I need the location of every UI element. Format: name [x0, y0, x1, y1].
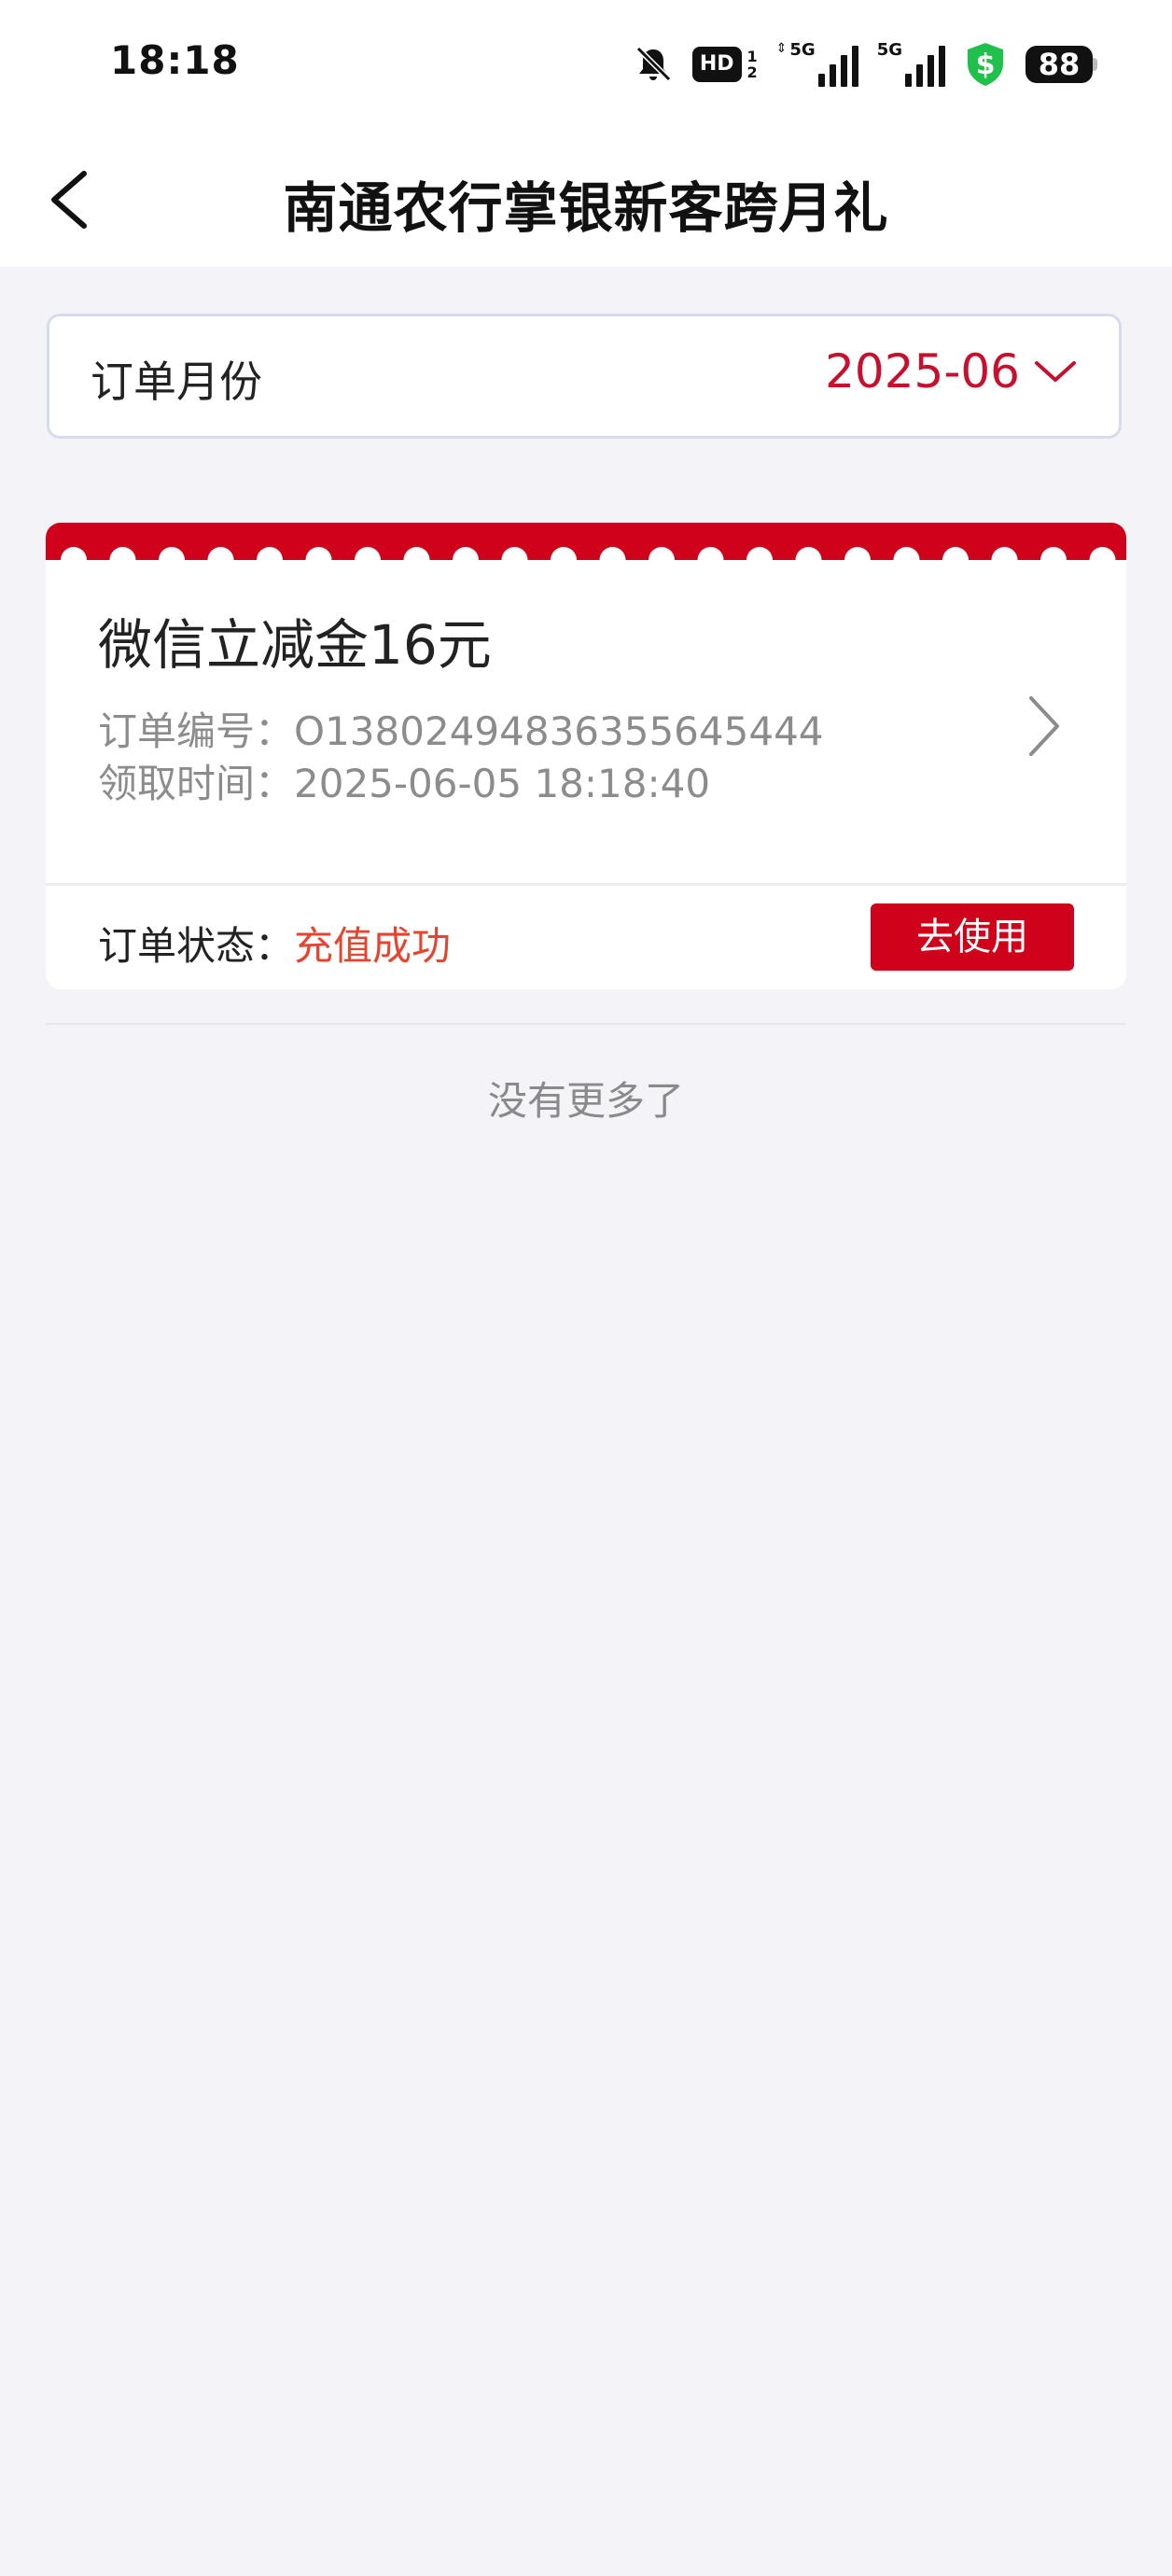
order-number: O13802494836355645444: [294, 708, 824, 754]
order-title: 微信立减金16元: [98, 613, 492, 677]
claim-time-row: 领取时间： 2025-06-05 18:18:40: [98, 758, 824, 810]
signal-sim2: 5G: [877, 42, 945, 87]
battery-indicator: 88: [1026, 46, 1097, 83]
sim-bottom: 2: [746, 63, 758, 81]
order-meta: 订单编号： O13802494836355645444 领取时间： 2025-0…: [98, 706, 824, 810]
order-number-label: 订单编号：: [98, 708, 295, 754]
no-more-text: 没有更多了: [487, 1078, 684, 1124]
month-filter-label: 订单月份: [91, 357, 262, 407]
claim-time-label: 领取时间：: [98, 761, 295, 806]
order-detail-arrow[interactable]: [1026, 693, 1063, 760]
order-status-row: 订单状态： 充值成功: [98, 905, 451, 980]
chevron-right-icon: [1029, 696, 1059, 756]
month-value: 2025-06: [825, 344, 1020, 399]
chevron-down-icon: [1035, 361, 1076, 382]
order-card[interactable]: 微信立减金16元 订单编号： O13802494836355645444 领取时…: [46, 523, 1126, 989]
order-status-label: 订单状态：: [98, 922, 295, 969]
battery-tip: [1093, 58, 1097, 71]
order-number-row: 订单编号： O13802494836355645444: [98, 706, 824, 758]
hd-badge: HD: [691, 47, 742, 82]
signal-bars-icon: [905, 46, 945, 87]
svg-text:$: $: [976, 49, 996, 81]
status-time: 18:18: [110, 37, 240, 83]
use-button[interactable]: 去使用: [871, 903, 1074, 971]
order-status-value: 充值成功: [294, 922, 452, 969]
network-type-1: 5G: [789, 40, 816, 60]
page-header: 南通农行掌银新客跨月礼: [0, 131, 1172, 267]
signal-bars-icon: [817, 46, 858, 87]
status-bar: 18:18 HD 1 2 ⇕ 5G 5G $ 88: [0, 0, 1172, 131]
sim-indicator: 1 2: [747, 49, 758, 80]
scalloped-ticket-edge: [46, 523, 1126, 560]
data-arrows-icon: ⇕: [775, 41, 788, 56]
sim-top: 1: [746, 48, 758, 65]
battery-level: 88: [1026, 46, 1093, 83]
list-divider: [46, 1023, 1126, 1025]
status-icons: HD 1 2 ⇕ 5G 5G $ 88: [633, 41, 1097, 88]
bell-off-icon: [635, 46, 671, 82]
signal-sim1: ⇕ 5G: [776, 42, 858, 87]
month-select[interactable]: 2025-06: [825, 344, 1078, 399]
claim-time: 2025-06-05 18:18:40: [294, 761, 711, 806]
month-filter: 订单月份 2025-06: [47, 314, 1122, 439]
card-divider: [46, 883, 1126, 886]
shield-dollar-icon: $: [968, 43, 1003, 86]
page-title: 南通农行掌银新客跨月礼: [283, 176, 889, 240]
network-type-2: 5G: [876, 40, 902, 60]
